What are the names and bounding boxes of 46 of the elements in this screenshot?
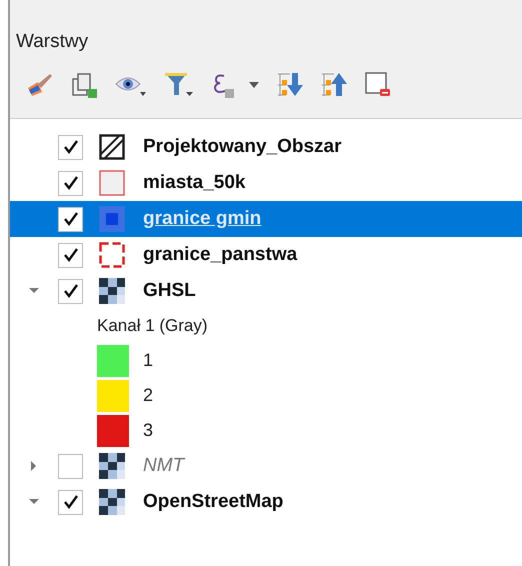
paintbrush-icon[interactable] xyxy=(26,72,54,98)
raster-icon xyxy=(99,278,125,304)
check-icon xyxy=(62,247,78,263)
square-outline-icon xyxy=(99,170,125,196)
dashed-square-icon xyxy=(99,242,125,268)
layer-name[interactable]: granice gmin xyxy=(143,204,262,234)
legend-label: 2 xyxy=(143,384,154,407)
move-down-icon[interactable] xyxy=(276,70,304,98)
layer-row[interactable]: OpenStreetMap xyxy=(10,484,522,520)
layer-name[interactable]: miasta_50k xyxy=(143,168,246,198)
square-fill-icon xyxy=(99,206,125,232)
layer-name[interactable]: GHSL xyxy=(143,276,196,306)
layer-name[interactable]: Projektowany_Obszar xyxy=(143,132,342,162)
check-icon xyxy=(62,494,78,510)
legend-label: 3 xyxy=(143,419,154,442)
filter-icon[interactable] xyxy=(164,70,194,98)
layer-checkbox[interactable] xyxy=(58,242,83,268)
remove-layer-icon[interactable] xyxy=(364,70,392,98)
layer-name[interactable]: OpenStreetMap xyxy=(143,488,284,516)
check-icon xyxy=(62,283,78,299)
layer-name[interactable]: NMT xyxy=(143,452,184,480)
hatched-square-icon xyxy=(99,134,125,160)
move-up-icon[interactable] xyxy=(320,70,348,98)
layer-row[interactable]: miasta_50k xyxy=(10,165,522,201)
layer-name[interactable]: granice_panstwa xyxy=(143,240,298,270)
add-group-icon[interactable] xyxy=(70,70,98,98)
check-icon xyxy=(62,139,78,155)
dropdown-caret-icon[interactable] xyxy=(248,80,260,88)
layer-checkbox[interactable] xyxy=(58,490,83,514)
legend-label: 1 xyxy=(143,349,154,372)
layer-row[interactable]: granice gmin xyxy=(10,201,522,237)
band-label: Kanał 1 (Gray) xyxy=(97,315,208,338)
check-icon xyxy=(62,211,78,227)
layer-row[interactable]: GHSL xyxy=(10,273,522,309)
layer-checkbox[interactable] xyxy=(58,454,83,478)
layer-checkbox[interactable] xyxy=(58,278,83,304)
layer-checkbox[interactable] xyxy=(58,170,83,196)
raster-icon xyxy=(99,453,125,479)
layer-checkbox[interactable] xyxy=(58,206,83,232)
layer-row[interactable]: Projektowany_Obszar xyxy=(10,129,522,165)
panel-title: Warstwy xyxy=(16,30,90,54)
layer-row[interactable]: NMT xyxy=(10,448,522,484)
raster-icon xyxy=(99,489,125,515)
layer-row[interactable]: granice_panstwa xyxy=(10,237,522,273)
layer-checkbox[interactable] xyxy=(58,134,83,160)
check-icon xyxy=(62,175,78,191)
